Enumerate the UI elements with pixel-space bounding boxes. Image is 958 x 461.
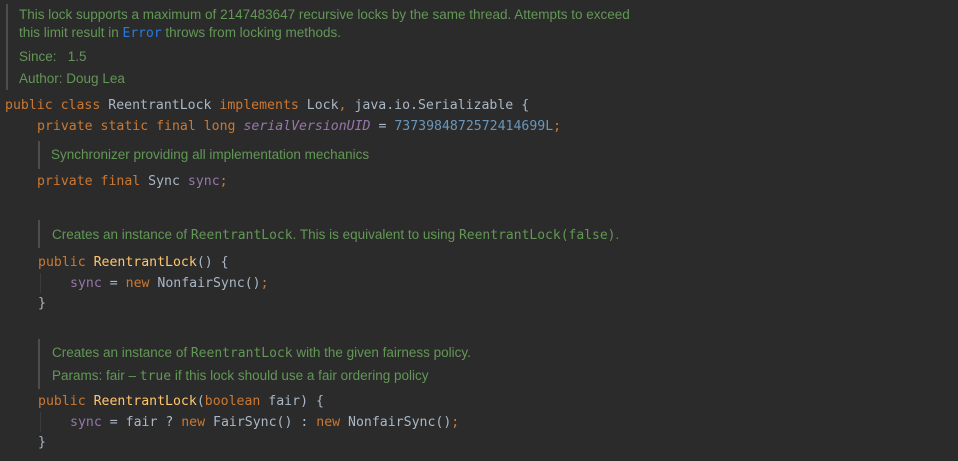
ctor1-doc-code1[interactable]: ReentrantLock [191,228,293,243]
serial-equals: = [378,119,387,134]
ctor2-body-new1: new [181,415,206,430]
class-doc-line-2: this limit result in Error throws from l… [19,24,341,43]
sync-field-name[interactable]: sync [188,174,220,189]
params-pre: fair – [102,368,140,383]
class-doc-author: Author: Doug Lea [19,70,125,88]
ctor1-close: } [38,296,46,311]
ctor2-doc-pre: Creates an instance of [52,345,191,360]
params-code: true [139,369,172,384]
ctor2-body-new2: new [316,415,341,430]
serial-semi: ; [553,119,562,134]
ctor2-doc-bar [38,339,40,389]
serial-modifiers: private static final long [37,119,236,134]
since-value: 1.5 [67,49,87,64]
ctor1-doc-pre: Creates an instance of [52,227,191,242]
ctor1-sig: () { [196,255,229,270]
author-value: Doug Lea [66,71,125,86]
ctor2-signature[interactable]: public ReentrantLock(boolean fair) { [38,393,324,411]
class-doc-line2-post: throws from locking methods. [161,25,341,40]
ctor2-paren-open: ( [196,394,205,409]
sync-field-line[interactable]: private final Sync sync; [37,173,228,191]
error-link[interactable]: Error [123,26,162,41]
ctor1-body-call[interactable]: NonfairSync() [157,276,260,291]
ctor1-name[interactable]: ReentrantLock [94,255,197,270]
sync-doc: Synchronizer providing all implementatio… [51,147,370,162]
serial-field-name[interactable]: serialVersionUID [243,119,370,134]
params-label: Params: [52,368,103,383]
ctor2-indent-guide [40,412,41,432]
class-doc-line2-pre: this limit result in [19,25,123,40]
ctor2-body[interactable]: sync = fair ? new FairSync() : new Nonfa… [70,414,459,432]
sync-semi: ; [219,174,228,189]
ctor2-body-colon: : [300,415,309,430]
author-label: Author: [19,71,63,86]
class-declaration[interactable]: public class ReentrantLock implements Lo… [5,97,529,115]
ctor2-param-type: boolean [204,394,261,409]
ctor1-body-eq: = [109,276,118,291]
ctor2-name[interactable]: ReentrantLock [94,394,197,409]
ctor1-doc-bar [38,220,40,248]
ctor2-body-eq: = [109,415,118,430]
ctor2-doc-code1[interactable]: ReentrantLock [191,346,293,361]
ctor2-body-call2[interactable]: NonfairSync() [348,415,451,430]
ctor2-doc-line-1: Creates an instance of ReentrantLock wit… [52,344,471,363]
ctor1-kw-public: public [38,255,86,270]
kw-implements: implements [219,98,299,113]
iface-serializable[interactable]: java.io.Serializable [354,98,513,113]
ctor2-doc-post: with the given fairness policy. [292,345,471,360]
ctor1-doc: Creates an instance of ReentrantLock. Th… [52,226,619,245]
kw-public: public [5,98,53,113]
ctor1-doc-mid: . This is equivalent to using [292,227,459,242]
ctor2-doc-params: Params: fair – true if this lock should … [52,367,428,386]
class-doc-since: Since: 1.5 [19,48,87,66]
ctor2-body-cond: fair ? [125,415,174,430]
class-doc-bar [6,4,8,90]
sync-modifiers: private final [37,174,141,189]
ctor1-doc-code2[interactable]: ReentrantLock(false) [459,228,616,243]
iface-lock[interactable]: Lock [307,98,339,113]
ctor1-signature[interactable]: public ReentrantLock() { [38,254,229,272]
ctor2-body-semi: ; [451,415,460,430]
ctor1-body-semi: ; [260,276,269,291]
ctor2-body-field[interactable]: sync [70,415,102,430]
sync-type[interactable]: Sync [148,174,180,189]
ctor1-indent-guide [40,273,41,293]
params-post: if this lock should use a fair ordering … [171,368,429,383]
ctor1-body-new: new [125,276,150,291]
since-label: Since: [19,49,57,64]
class-name[interactable]: ReentrantLock [108,98,211,113]
ctor2-param-name[interactable]: fair [268,394,300,409]
class-open-brace: { [521,98,530,113]
class-doc-line-1: This lock supports a maximum of 21474836… [19,7,630,22]
ctor1-doc-post: . [615,227,620,242]
ctor1-body-field[interactable]: sync [70,276,102,291]
serial-field-line[interactable]: private static final long serialVersionU… [37,118,561,136]
ctor1-body[interactable]: sync = new NonfairSync(); [70,275,269,293]
ctor2-sig-end: ) { [300,394,324,409]
ctor2-close: } [38,435,46,450]
ctor2-body-call1[interactable]: FairSync() [213,415,292,430]
ctor2-kw-public: public [38,394,86,409]
sync-doc-bar [38,141,40,169]
serial-value: 7373984872572414699L [394,119,554,134]
kw-class: class [60,98,101,113]
